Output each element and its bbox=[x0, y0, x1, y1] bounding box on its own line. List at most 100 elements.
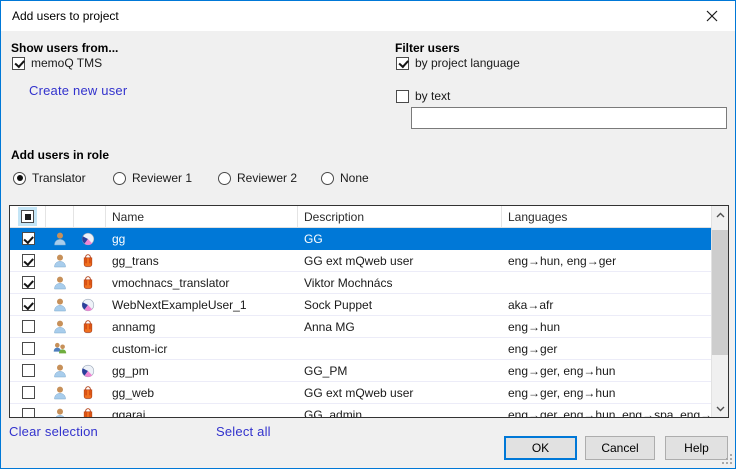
table-row[interactable]: vmochnacs_translator Viktor Mochnács bbox=[10, 272, 711, 294]
name-column-header[interactable]: Name bbox=[106, 206, 298, 227]
user-description: Anna MG bbox=[298, 316, 502, 337]
user-icon bbox=[52, 407, 68, 418]
by-text-row[interactable]: by text bbox=[396, 89, 450, 103]
row-checkbox[interactable] bbox=[22, 386, 35, 399]
role-none[interactable]: None bbox=[321, 171, 369, 185]
create-new-user-link[interactable]: Create new user bbox=[29, 83, 127, 98]
user-description: GG bbox=[298, 228, 502, 249]
table-row[interactable]: ggarai GG_admin eng→ger, eng→hun, eng→sp… bbox=[10, 404, 711, 417]
role-reviewer-2[interactable]: Reviewer 2 bbox=[218, 171, 297, 185]
text-filter-input[interactable] bbox=[411, 107, 727, 129]
translator-vest-icon bbox=[80, 385, 96, 401]
memoq-tms-checkbox[interactable] bbox=[12, 57, 25, 70]
table-row[interactable]: annamg Anna MG eng→hun bbox=[10, 316, 711, 338]
user-languages: eng→hun, eng→ger bbox=[502, 250, 711, 271]
user-icon bbox=[52, 275, 68, 291]
user-description: Viktor Mochnács bbox=[298, 272, 502, 293]
row-checkbox[interactable] bbox=[22, 320, 35, 333]
title-bar: Add users to project bbox=[1, 1, 735, 31]
scrollbar-thumb[interactable] bbox=[712, 230, 729, 355]
select-all-checkbox[interactable] bbox=[21, 210, 34, 223]
user-description: Sock Puppet bbox=[298, 294, 502, 315]
ok-button[interactable]: OK bbox=[504, 436, 577, 460]
chevron-down-icon bbox=[716, 406, 725, 412]
user-icon bbox=[52, 385, 68, 401]
user-languages: eng→hun bbox=[502, 316, 711, 337]
close-button[interactable] bbox=[689, 2, 734, 30]
table-row[interactable]: WebNextExampleUser_1 Sock Puppet aka→afr bbox=[10, 294, 711, 316]
none-radio[interactable] bbox=[321, 172, 334, 185]
table-row[interactable]: gg_trans GG ext mQweb user eng→hun, eng→… bbox=[10, 250, 711, 272]
user-name: vmochnacs_translator bbox=[106, 272, 298, 293]
user-icon bbox=[52, 297, 68, 313]
user-languages bbox=[502, 228, 711, 249]
chevron-up-icon bbox=[716, 212, 725, 218]
memoq-tms-checkbox-row[interactable]: memoQ TMS bbox=[12, 56, 102, 70]
translator-vest-icon bbox=[80, 319, 96, 335]
translator-vest-icon bbox=[80, 253, 96, 269]
icon-column-header-1[interactable] bbox=[46, 206, 74, 227]
filter-users-label: Filter users bbox=[395, 41, 460, 55]
cancel-button[interactable]: Cancel bbox=[585, 436, 655, 460]
languages-column-header[interactable]: Languages bbox=[502, 206, 711, 227]
row-checkbox[interactable] bbox=[22, 254, 35, 267]
reviewer-2-radio[interactable] bbox=[218, 172, 231, 185]
by-project-language-label: by project language bbox=[415, 56, 520, 70]
show-users-from-label: Show users from... bbox=[11, 41, 118, 55]
translator-label: Translator bbox=[32, 171, 86, 185]
row-checkbox[interactable] bbox=[22, 276, 35, 289]
pm-globe-icon bbox=[80, 297, 96, 313]
translator-vest-icon bbox=[80, 275, 96, 291]
add-users-in-role-label: Add users in role bbox=[11, 148, 109, 162]
table-row[interactable]: gg_pm GG_PM eng→ger, eng→hun bbox=[10, 360, 711, 382]
user-icon bbox=[52, 363, 68, 379]
row-checkbox[interactable] bbox=[22, 298, 35, 311]
user-name: gg_web bbox=[106, 382, 298, 403]
users-table-body: Name Description Languages gg GG gg_tran… bbox=[10, 206, 711, 417]
by-text-checkbox[interactable] bbox=[396, 90, 409, 103]
row-checkbox[interactable] bbox=[22, 232, 35, 245]
user-description: GG_admin bbox=[298, 404, 502, 417]
row-checkbox[interactable] bbox=[22, 342, 35, 355]
reviewer-2-label: Reviewer 2 bbox=[237, 171, 297, 185]
by-text-label: by text bbox=[415, 89, 450, 103]
user-icon bbox=[52, 231, 68, 247]
role-reviewer-1[interactable]: Reviewer 1 bbox=[113, 171, 192, 185]
clear-selection-link[interactable]: Clear selection bbox=[9, 424, 98, 439]
add-users-dialog: Add users to project Show users from... … bbox=[0, 0, 736, 469]
by-project-language-checkbox[interactable] bbox=[396, 57, 409, 70]
user-description: GG ext mQweb user bbox=[298, 250, 502, 271]
role-translator[interactable]: Translator bbox=[13, 171, 86, 185]
user-languages: eng→ger bbox=[502, 338, 711, 359]
user-name: ggarai bbox=[106, 404, 298, 417]
table-row[interactable]: gg_web GG ext mQweb user eng→ger, eng→hu… bbox=[10, 382, 711, 404]
users-table: Name Description Languages gg GG gg_tran… bbox=[9, 205, 729, 418]
table-header: Name Description Languages bbox=[10, 206, 711, 228]
user-name: WebNextExampleUser_1 bbox=[106, 294, 298, 315]
row-checkbox[interactable] bbox=[22, 364, 35, 377]
icon-column-header-2[interactable] bbox=[74, 206, 106, 227]
scroll-down-button[interactable] bbox=[712, 400, 729, 417]
table-row[interactable]: gg GG bbox=[10, 228, 711, 250]
user-languages: eng→ger, eng→hun, eng→spa, eng→jpn bbox=[502, 404, 711, 417]
dialog-title: Add users to project bbox=[12, 9, 119, 23]
group-icon bbox=[52, 341, 68, 357]
resize-grip[interactable] bbox=[721, 454, 732, 465]
translator-radio[interactable] bbox=[13, 172, 26, 185]
user-languages bbox=[502, 272, 711, 293]
select-all-link[interactable]: Select all bbox=[216, 424, 271, 439]
user-name: custom-icr bbox=[106, 338, 298, 359]
user-name: annamg bbox=[106, 316, 298, 337]
select-all-header-cell[interactable] bbox=[10, 206, 46, 227]
none-label: None bbox=[340, 171, 369, 185]
description-column-header[interactable]: Description bbox=[298, 206, 502, 227]
help-button[interactable]: Help bbox=[665, 436, 728, 460]
table-vertical-scrollbar[interactable] bbox=[711, 206, 728, 417]
scroll-up-button[interactable] bbox=[712, 206, 729, 223]
user-languages: eng→ger, eng→hun bbox=[502, 360, 711, 381]
user-languages: aka→afr bbox=[502, 294, 711, 315]
table-row[interactable]: custom-icr eng→ger bbox=[10, 338, 711, 360]
reviewer-1-radio[interactable] bbox=[113, 172, 126, 185]
row-checkbox[interactable] bbox=[22, 408, 35, 417]
by-project-language-row[interactable]: by project language bbox=[396, 56, 520, 70]
